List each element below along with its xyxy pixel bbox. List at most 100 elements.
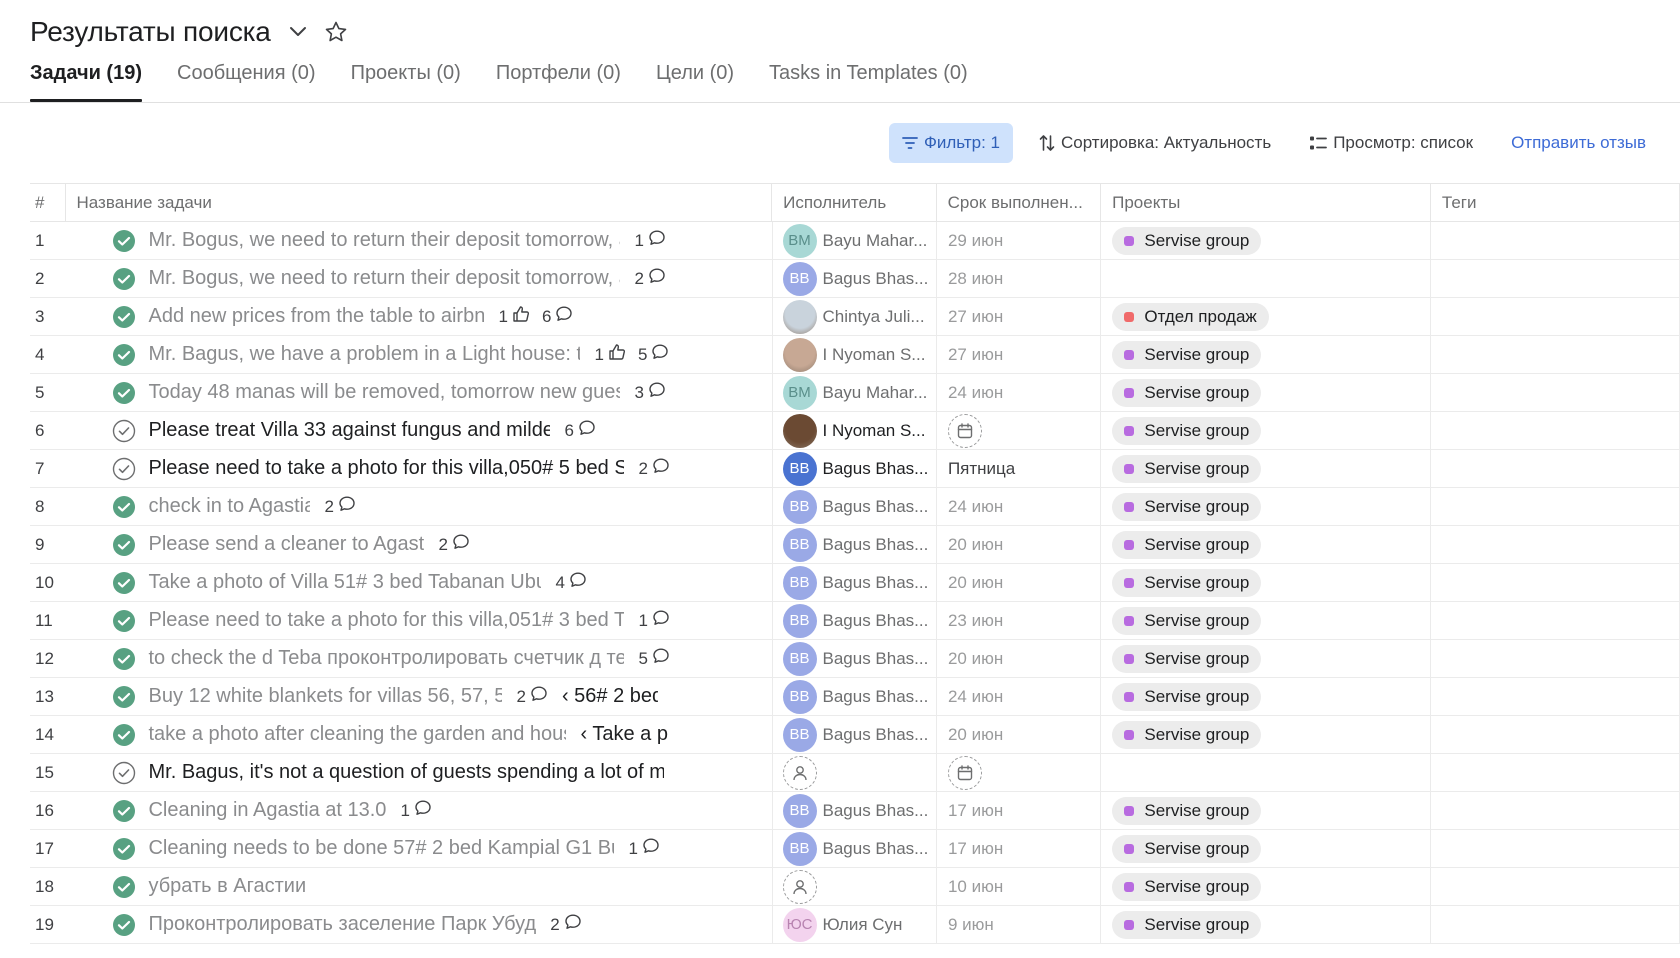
assignee-cell[interactable]: BB Bagus Bhas... [773, 830, 937, 867]
column-header-name[interactable]: Название задачи [66, 184, 773, 221]
task-name-cell[interactable]: Mr. Bagus, it's not a question of guests… [65, 754, 773, 791]
assignee-cell[interactable]: BB Bagus Bhas... [773, 640, 937, 677]
completed-check-icon[interactable] [112, 913, 136, 937]
task-name[interactable]: Mr. Bogus, we need to return their depos… [148, 267, 620, 290]
completed-check-icon[interactable] [112, 685, 136, 709]
task-name-cell[interactable]: Today 48 manas will be removed, tomorrow… [65, 374, 773, 411]
assignee-cell[interactable]: BB Bagus Bhas... [773, 792, 937, 829]
tags-cell[interactable] [1431, 450, 1680, 487]
assignee-cell[interactable]: BM Bayu Mahar... [773, 222, 937, 259]
task-name-cell[interactable]: take a photo after cleaning the garden a… [65, 716, 773, 753]
completed-check-icon[interactable] [112, 381, 136, 405]
project-pill[interactable]: Servise group [1112, 606, 1262, 635]
tags-cell[interactable] [1431, 602, 1680, 639]
filter-button[interactable]: Фильтр: 1 [888, 123, 1013, 163]
projects-cell[interactable]: Servise group [1101, 640, 1432, 677]
projects-cell[interactable]: Servise group [1101, 450, 1432, 487]
task-name[interactable]: check in to Agastia [148, 495, 310, 518]
task-name[interactable]: Buy 12 white blankets for villas 56, 57,… [148, 685, 502, 708]
projects-cell[interactable]: Servise group [1101, 526, 1432, 563]
due-date-cell[interactable]: 9 июн [937, 906, 1102, 943]
task-name[interactable]: Cleaning needs to be done 57# 2 bed Kamp… [148, 837, 614, 860]
completed-check-icon[interactable] [112, 267, 136, 291]
due-date-cell[interactable]: 20 июн [937, 564, 1102, 601]
assignee-cell[interactable]: BB Bagus Bhas... [773, 526, 937, 563]
completed-check-icon[interactable] [112, 647, 136, 671]
calendar-icon[interactable] [947, 413, 982, 448]
table-row[interactable]: 11 Please need to take a photo for this v… [30, 602, 1680, 640]
view-button[interactable]: Просмотр: список [1297, 123, 1485, 163]
unassigned-avatar-icon[interactable] [782, 755, 817, 790]
due-date-cell[interactable] [937, 754, 1102, 791]
due-date-cell[interactable]: 17 июн [937, 792, 1102, 829]
table-row[interactable]: 13 Buy 12 white blankets for villas 56, 5… [30, 678, 1680, 716]
tags-cell[interactable] [1431, 298, 1680, 335]
project-pill[interactable]: Servise group [1112, 568, 1262, 597]
task-name-cell[interactable]: убрать в Агастии [65, 868, 773, 905]
projects-cell[interactable] [1101, 260, 1432, 297]
table-row[interactable]: 3 Add new prices from the table to airbnb… [30, 298, 1680, 336]
task-name[interactable]: Mr. Bagus, we have a problem in a Light … [148, 343, 580, 366]
due-date-cell[interactable]: 20 июн [937, 526, 1102, 563]
projects-cell[interactable]: Servise group [1101, 906, 1432, 943]
tags-cell[interactable] [1431, 716, 1680, 753]
task-name-cell[interactable]: to check the d Teba проконтролировать сч… [65, 640, 773, 677]
calendar-icon[interactable] [947, 755, 982, 790]
table-row[interactable]: 9 Please send a cleaner to Agastia 2 BB Bagu… [30, 526, 1680, 564]
projects-cell[interactable]: Servise group [1101, 678, 1432, 715]
completed-check-icon[interactable] [112, 837, 136, 861]
projects-cell[interactable]: Servise group [1101, 222, 1432, 259]
tab-portfolios[interactable]: Портфели (0) [496, 58, 621, 102]
project-pill[interactable]: Servise group [1112, 492, 1262, 521]
completed-check-icon[interactable] [112, 495, 136, 519]
task-name-cell[interactable]: Buy 12 white blankets for villas 56, 57,… [65, 678, 773, 715]
completed-check-icon[interactable] [112, 343, 136, 367]
project-pill[interactable]: Servise group [1112, 910, 1262, 939]
task-name[interactable]: Please need to take a photo for this vil… [148, 609, 624, 632]
project-pill[interactable]: Servise group [1112, 644, 1262, 673]
tags-cell[interactable] [1431, 564, 1680, 601]
task-name[interactable]: Проконтролировать заселение Парк Убуд [148, 913, 536, 936]
due-date-cell[interactable]: 24 июн [937, 488, 1102, 525]
incomplete-check-icon[interactable] [112, 761, 136, 785]
table-row[interactable]: 15 Mr. Bagus, it's not a question of gues… [30, 754, 1680, 792]
task-name-cell[interactable]: Mr. Bogus, we need to return their depos… [65, 260, 773, 297]
table-row[interactable]: 5 Today 48 manas will be removed, tomorro… [30, 374, 1680, 412]
task-name-cell[interactable]: Cleaning in Agastia at 13.00 1 [65, 792, 773, 829]
assignee-cell[interactable] [773, 754, 937, 791]
assignee-cell[interactable]: BB Bagus Bhas... [773, 678, 937, 715]
task-name-cell[interactable]: Take a photo of Villa 51# 3 bed Tabanan … [65, 564, 773, 601]
parent-task-link[interactable]: ‹ Take a photo [580, 723, 668, 746]
send-feedback-link[interactable]: Отправить отзыв [1499, 123, 1658, 163]
tags-cell[interactable] [1431, 640, 1680, 677]
project-pill[interactable]: Servise group [1112, 340, 1262, 369]
task-name-cell[interactable]: check in to Agastia 2 [65, 488, 773, 525]
table-row[interactable]: 4 Mr. Bagus, we have a problem in a Light… [30, 336, 1680, 374]
assignee-cell[interactable]: BB Bagus Bhas... [773, 602, 937, 639]
tab-tasks-in-templates[interactable]: Tasks in Templates (0) [769, 58, 968, 102]
task-name[interactable]: to check the d Teba проконтролировать сч… [148, 647, 624, 670]
tags-cell[interactable] [1431, 754, 1680, 791]
assignee-cell[interactable]: I Nyoman S... [773, 412, 937, 449]
sort-button[interactable]: Сортировка: Актуальность [1027, 123, 1283, 163]
task-name[interactable]: Today 48 manas will be removed, tomorrow… [148, 381, 620, 404]
completed-check-icon[interactable] [112, 875, 136, 899]
tags-cell[interactable] [1431, 906, 1680, 943]
project-pill[interactable]: Servise group [1112, 454, 1262, 483]
tags-cell[interactable] [1431, 526, 1680, 563]
project-pill[interactable]: Servise group [1112, 226, 1262, 255]
due-date-cell[interactable]: 29 июн [937, 222, 1102, 259]
task-name[interactable]: Mr. Bagus, it's not a question of guests… [148, 761, 664, 784]
assignee-cell[interactable]: BB Bagus Bhas... [773, 564, 937, 601]
task-name[interactable]: Please need to take a photo for this vil… [148, 457, 624, 480]
column-header-assignee[interactable]: Исполнитель [772, 184, 937, 221]
due-date-cell[interactable]: 24 июн [937, 678, 1102, 715]
tags-cell[interactable] [1431, 678, 1680, 715]
tab-tasks[interactable]: Задачи (19) [30, 58, 143, 102]
assignee-cell[interactable]: Chintya Juli... [773, 298, 937, 335]
table-row[interactable]: 14 take a photo after cleaning the garden… [30, 716, 1680, 754]
completed-check-icon[interactable] [112, 533, 136, 557]
due-date-cell[interactable]: 27 июн [937, 298, 1102, 335]
due-date-cell[interactable]: 17 июн [937, 830, 1102, 867]
task-name-cell[interactable]: Please treat Villa 33 against fungus and… [65, 412, 773, 449]
